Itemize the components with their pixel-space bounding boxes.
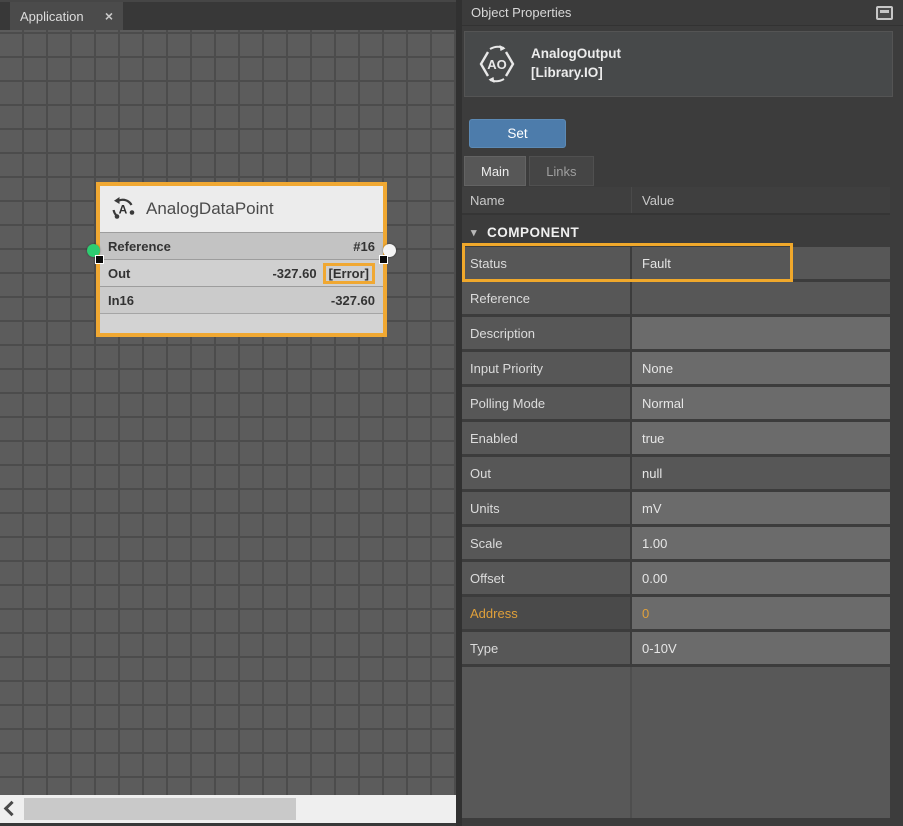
svg-text:A: A [119,203,128,217]
property-value[interactable]: mV [632,492,890,524]
property-row-out[interactable]: Outnull [462,457,890,492]
analog-point-icon: A [110,196,136,222]
property-row-status[interactable]: StatusFault [462,247,890,282]
object-properties-title: Object Properties [471,5,571,20]
node-slot-name: Out [108,266,130,281]
document-tab-bar: Application × [0,2,456,30]
node-rows: Reference #16 Out -327.60 [Error] In16 -327.60 [100,232,383,313]
tab-close-icon[interactable]: × [105,9,113,23]
properties-tabs: Main Links [464,156,594,186]
node-slot-name: Reference [108,239,171,254]
property-name: Scale [462,527,632,559]
property-value[interactable]: Fault [632,247,890,279]
property-name: Units [462,492,632,524]
property-name: Out [462,457,632,489]
node-row-out[interactable]: Out -327.60 [Error] [100,259,383,286]
property-row-type[interactable]: Type0-10V [462,632,890,667]
tab-application[interactable]: Application × [10,2,123,30]
property-row-polling-mode[interactable]: Polling ModeNormal [462,387,890,422]
property-value[interactable]: None [632,352,890,384]
property-grid-header: Name Value [462,187,890,215]
node-row-reference[interactable]: Reference #16 [100,232,383,259]
property-name: Reference [462,282,632,314]
node-footer [100,313,383,333]
property-name: Status [462,247,632,279]
svg-text:AO: AO [487,57,507,72]
resize-handle-right[interactable] [379,255,388,264]
tab-main[interactable]: Main [464,156,526,186]
property-name: Address [462,597,632,629]
horizontal-scrollbar[interactable] [0,795,462,823]
scrollbar-thumb[interactable] [24,798,296,820]
property-name: Description [462,317,632,349]
property-name: Type [462,632,632,664]
selected-object-header: AO AnalogOutput [Library.IO] [464,31,893,97]
node-header[interactable]: A AnalogDataPoint [100,186,383,232]
resize-handle-left[interactable] [95,255,104,264]
property-name: Polling Mode [462,387,632,419]
node-slot-right: -327.60 [331,293,375,308]
object-name: AnalogOutput [531,45,621,64]
property-row-reference[interactable]: Reference [462,282,890,317]
scrollbar-left-arrow-icon[interactable] [4,801,20,817]
property-name: Enabled [462,422,632,454]
node-slot-right: #16 [353,239,375,254]
column-header-name[interactable]: Name [462,187,632,213]
wiresheet-canvas[interactable]: A AnalogDataPoint Reference #16 Out -327.60… [0,30,456,797]
wiresheet-pane: Application × A AnalogDataPoint Referenc… [0,0,456,826]
collapse-triangle-icon[interactable]: ▾ [471,226,477,239]
property-value[interactable] [632,317,890,349]
node-slot-value: -327.60 [272,266,316,281]
property-value[interactable]: true [632,422,890,454]
property-row-scale[interactable]: Scale1.00 [462,527,890,562]
node-slot-value: -327.60 [331,293,375,308]
node-row-in16[interactable]: In16 -327.60 [100,286,383,313]
column-header-value[interactable]: Value [632,193,674,208]
property-row-offset[interactable]: Offset0.00 [462,562,890,597]
window-dock-icon[interactable] [876,6,893,20]
section-component[interactable]: ▾ COMPONENT [462,217,890,247]
object-properties-titlebar: Object Properties [462,0,903,26]
property-value[interactable] [632,282,890,314]
property-row-description[interactable]: Description [462,317,890,352]
property-row-enabled[interactable]: Enabledtrue [462,422,890,457]
node-slot-right: -327.60 [Error] [272,263,375,284]
property-row-units[interactable]: UnitsmV [462,492,890,527]
node-title: AnalogDataPoint [146,199,274,219]
analog-output-icon: AO [476,44,518,84]
node-slot-value: #16 [353,239,375,254]
node-analogdatapoint[interactable]: A AnalogDataPoint Reference #16 Out -327.60… [96,182,387,337]
property-name: Offset [462,562,632,594]
property-value[interactable]: 1.00 [632,527,890,559]
property-value[interactable]: 0.00 [632,562,890,594]
error-badge: [Error] [323,263,375,284]
property-row-address[interactable]: Address0 [462,597,890,632]
set-button[interactable]: Set [469,119,566,148]
section-component-label: COMPONENT [487,225,579,240]
property-value[interactable]: 0 [632,597,890,629]
node-slot-name: In16 [108,293,134,308]
property-value[interactable]: 0-10V [632,632,890,664]
property-name: Input Priority [462,352,632,384]
tab-links[interactable]: Links [529,156,593,186]
property-grid: ▾ COMPONENT StatusFaultReferenceDescript… [462,217,890,818]
property-row-input-priority[interactable]: Input PriorityNone [462,352,890,387]
tab-application-label: Application [20,9,84,24]
object-properties-pane: Object Properties AO AnalogOutput [Libra… [462,0,903,826]
object-library: [Library.IO] [531,64,621,83]
property-value[interactable]: null [632,457,890,489]
property-value[interactable]: Normal [632,387,890,419]
